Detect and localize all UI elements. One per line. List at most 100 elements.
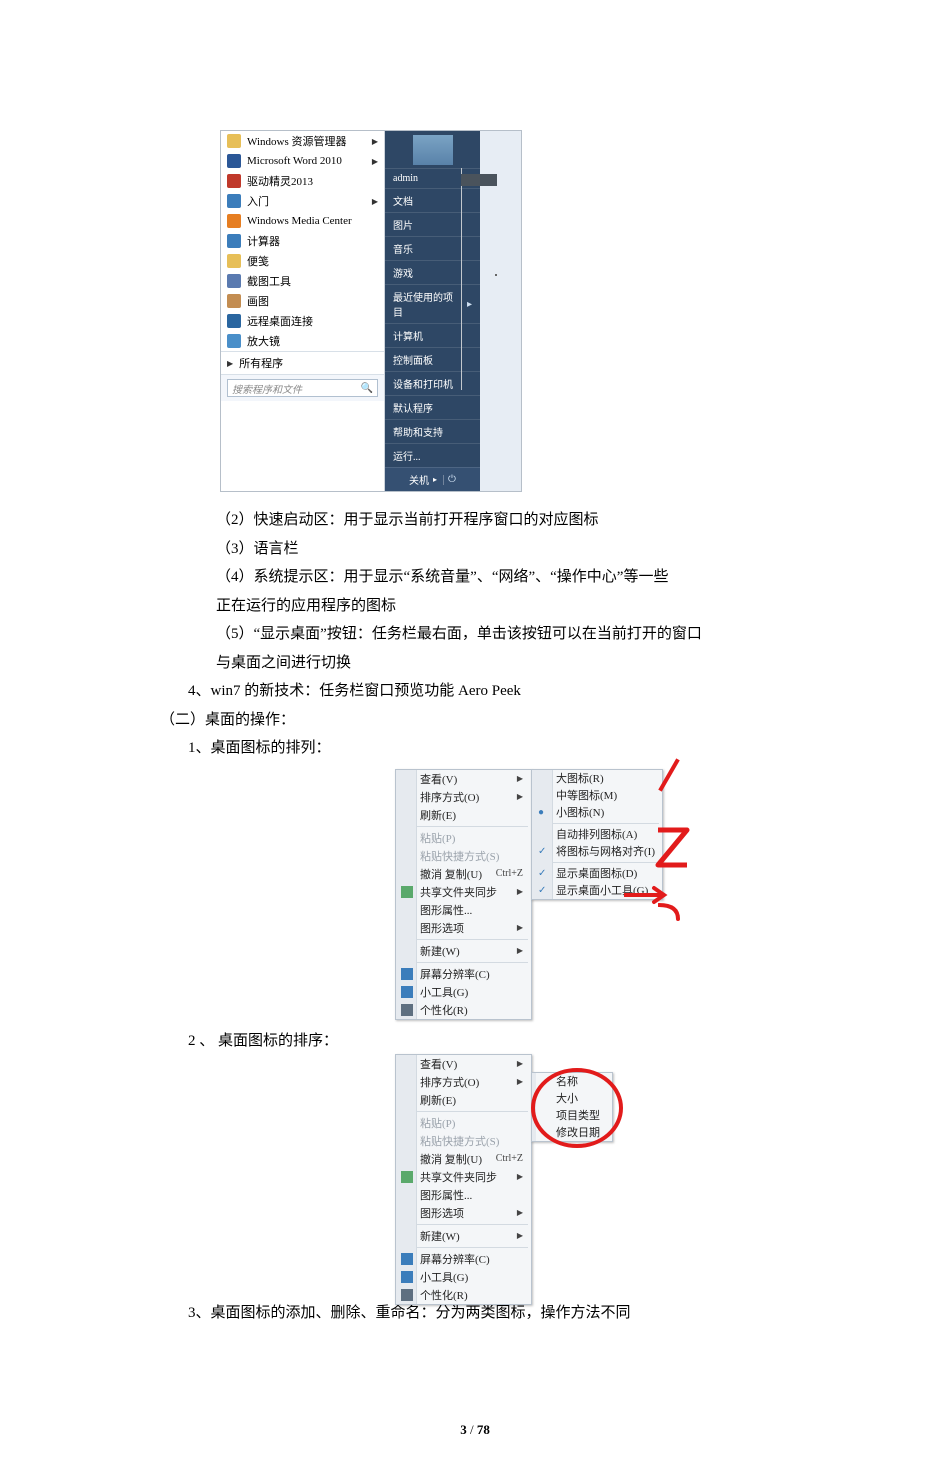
start-right-label: admin [393, 173, 418, 184]
menu-item[interactable]: 查看(V)▶ [396, 1055, 531, 1073]
app-icon [227, 294, 241, 308]
menu-item[interactable]: 共享文件夹同步▶ [396, 883, 531, 901]
start-right-item[interactable]: 图片 [385, 212, 480, 236]
menu-item[interactable]: 个性化(R) [396, 1286, 531, 1304]
start-right-label: 帮助和支持 [393, 424, 443, 439]
menu-item: 粘贴(P) [396, 829, 531, 847]
submenu-item[interactable]: 修改日期 [532, 1124, 612, 1141]
menu-label: 撤消 复制(U) [420, 866, 482, 882]
start-right-item[interactable]: 帮助和支持 [385, 419, 480, 443]
start-right-item[interactable]: 计算机 [385, 323, 480, 347]
start-right-item[interactable]: 设备和打印机 [385, 371, 480, 395]
start-right-item[interactable]: 游戏 [385, 260, 480, 284]
menu-item[interactable]: 个性化(R) [396, 1001, 531, 1019]
para-6: 4、win7 的新技术：任务栏窗口预览功能 Aero Peek [160, 677, 790, 706]
menu-item[interactable]: 图形选项▶ [396, 919, 531, 937]
start-right-item[interactable]: 默认程序 [385, 395, 480, 419]
start-left-label: 入门 [247, 193, 269, 209]
start-left-item[interactable]: 入门▶ [221, 191, 384, 211]
menu-item[interactable]: 排序方式(O)▶ [396, 1073, 531, 1091]
submenu-item[interactable]: 自动排列图标(A) [532, 826, 662, 843]
menu-item[interactable]: 新建(W)▶ [396, 1227, 531, 1245]
menu-item[interactable]: 屏幕分辨率(C) [396, 965, 531, 983]
submenu-item[interactable]: 大小 [532, 1090, 612, 1107]
menu-label: 粘贴(P) [420, 830, 455, 846]
menu-item[interactable]: 撤消 复制(U)Ctrl+Z [396, 1150, 531, 1168]
menu-item[interactable]: 小工具(G) [396, 983, 531, 1001]
chevron-right-icon: ▶ [517, 792, 523, 801]
menu-item[interactable]: 排序方式(O) ▶ [396, 788, 531, 806]
all-programs-label: 所有程序 [239, 355, 283, 371]
start-left-item[interactable]: 放大镜 [221, 331, 384, 351]
menu-item[interactable]: 图形属性... [396, 1186, 531, 1204]
menu-label: 共享文件夹同步 [420, 884, 497, 900]
submenu-item[interactable]: 名称 [532, 1073, 612, 1090]
menu-label: 新建(W) [420, 943, 460, 959]
start-left-item[interactable]: 远程桌面连接 [221, 311, 384, 331]
app-icon [227, 274, 241, 288]
menu-item[interactable]: 刷新(E) [396, 806, 531, 824]
annotation-hook-icon [658, 903, 682, 926]
start-right-item[interactable]: 控制面板 [385, 347, 480, 371]
submenu-label: 名称 [556, 1073, 578, 1089]
caret-right-icon: ▶ [227, 359, 233, 368]
start-left-item[interactable]: 计算器 [221, 231, 384, 251]
check-icon: ✓ [538, 868, 546, 879]
menu-item[interactable]: 刷新(E) [396, 1091, 531, 1109]
submenu-item[interactable]: 项目类型 [532, 1107, 612, 1124]
menu-label: 查看(V) [420, 771, 457, 787]
submenu-label: 自动排列图标(A) [556, 826, 637, 842]
app-icon [227, 314, 241, 328]
menu-label: 粘贴快捷方式(S) [420, 1133, 499, 1149]
chevron-right-icon: ▸ [433, 475, 437, 484]
page-footer: 3 / 78 [0, 1422, 950, 1438]
menu-label: 图形选项 [420, 1205, 464, 1221]
user-picture[interactable] [412, 134, 454, 166]
start-left-item[interactable]: Microsoft Word 2010▶ [221, 151, 384, 171]
app-icon [227, 194, 241, 208]
menu-item[interactable]: 屏幕分辨率(C) [396, 1250, 531, 1268]
menu-item[interactable]: 小工具(G) [396, 1268, 531, 1286]
start-left-item[interactable]: Windows 资源管理器▶ [221, 131, 384, 151]
start-right-item[interactable]: 文档 [385, 188, 480, 212]
menu-item[interactable]: 撤消 复制(U)Ctrl+Z [396, 865, 531, 883]
start-right-label: 最近使用的项目 [393, 289, 463, 319]
start-left-item[interactable]: 便笺 [221, 251, 384, 271]
menu-item[interactable]: 查看(V) ▶ [396, 770, 531, 788]
submenu-item[interactable]: 大图标(R) [532, 770, 662, 787]
menu-label: 粘贴快捷方式(S) [420, 848, 499, 864]
context-menu-view-screenshot: 查看(V)▶排序方式(O)▶刷新(E)粘贴(P)粘贴快捷方式(S)撤消 复制(U… [395, 769, 790, 1019]
start-left-label: 远程桌面连接 [247, 313, 313, 329]
menu-label: 小工具(G) [420, 984, 468, 1000]
submenu-item[interactable]: ✓将图标与网格对齐(I) [532, 843, 662, 860]
menu-item[interactable]: 新建(W)▶ [396, 942, 531, 960]
all-programs[interactable]: ▶ 所有程序 [221, 351, 384, 374]
menu-label: 新建(W) [420, 1228, 460, 1244]
search-input[interactable]: 搜索程序和文件 🔍 [227, 379, 378, 397]
app-icon [227, 174, 241, 188]
menu-label: 撤消 复制(U) [420, 1151, 482, 1167]
start-left-item[interactable]: 截图工具 [221, 271, 384, 291]
start-right-label: 计算机 [393, 328, 423, 343]
submenu-item[interactable]: ●小图标(N) [532, 804, 662, 821]
chevron-right-icon: ▶ [517, 774, 523, 783]
submenu-item[interactable]: 中等图标(M) [532, 787, 662, 804]
start-left-label: Windows 资源管理器 [247, 133, 346, 149]
submenu-item[interactable]: ✓显示桌面图标(D) [532, 865, 662, 882]
start-left-item[interactable]: Windows Media Center [221, 211, 384, 231]
shutdown-button[interactable]: 关机 ▸ ⏻ [385, 467, 480, 491]
start-left-label: Microsoft Word 2010 [247, 155, 342, 167]
submenu-item[interactable]: ✓显示桌面小工具(G) [532, 882, 662, 899]
start-right-item[interactable]: 运行... [385, 443, 480, 467]
search-placeholder: 搜索程序和文件 [232, 381, 302, 396]
menu-item[interactable]: 共享文件夹同步▶ [396, 1168, 531, 1186]
start-right-label: 运行... [393, 448, 421, 463]
start-right-item[interactable]: 最近使用的项目▸ [385, 284, 480, 323]
menu-item[interactable]: 图形选项▶ [396, 1204, 531, 1222]
start-left-item[interactable]: 驱动精灵2013 [221, 171, 384, 191]
start-right-item[interactable]: 音乐 [385, 236, 480, 260]
menu-label: 排序方式(O) [420, 789, 479, 805]
power-icon: ⏻ [448, 474, 456, 485]
menu-item[interactable]: 图形属性... [396, 901, 531, 919]
start-left-item[interactable]: 画图 [221, 291, 384, 311]
